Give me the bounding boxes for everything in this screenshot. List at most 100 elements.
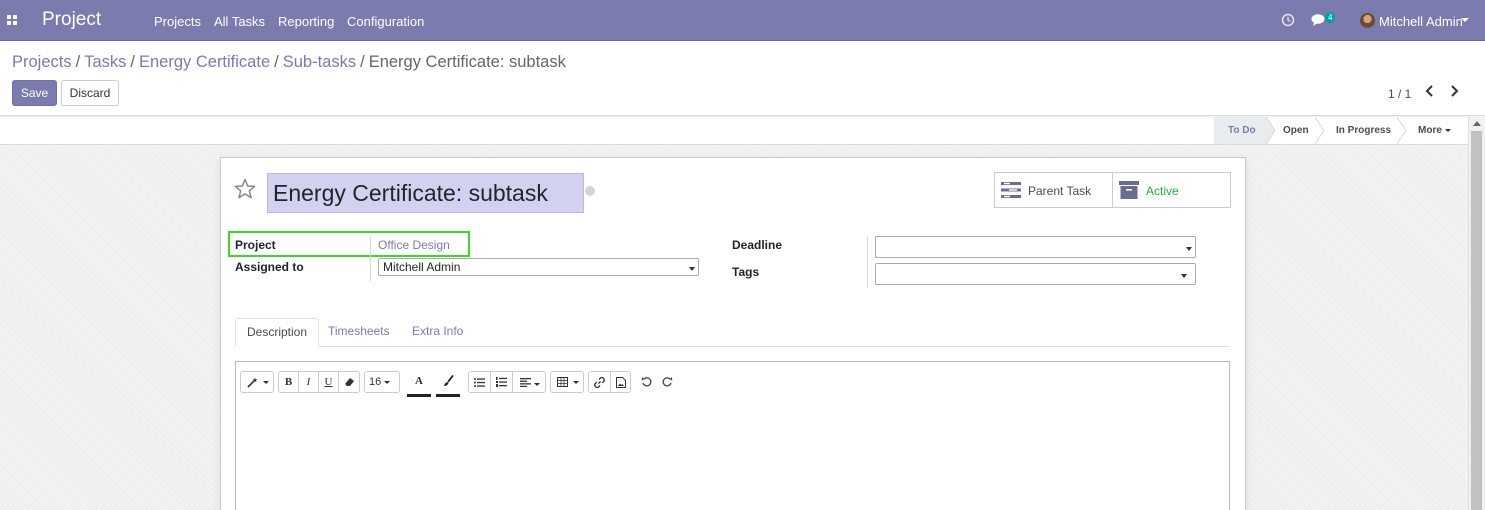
paragraph-align-dropdown[interactable] xyxy=(513,372,546,392)
insert-link-button[interactable] xyxy=(589,372,610,392)
menu-reporting[interactable]: Reporting xyxy=(278,14,334,29)
pager-next-icon[interactable] xyxy=(1448,84,1460,98)
breadcrumb-energy-certificate[interactable]: Energy Certificate xyxy=(139,53,270,71)
menu-all-tasks[interactable]: All Tasks xyxy=(214,14,265,29)
pager-previous-icon[interactable] xyxy=(1424,84,1436,98)
project-label: Project xyxy=(235,238,276,252)
user-menu-caret-icon[interactable] xyxy=(1461,18,1469,22)
deadline-input[interactable] xyxy=(875,236,1196,258)
breadcrumb-current: Energy Certificate: subtask xyxy=(368,53,566,71)
font-size-value: 16 xyxy=(369,372,397,392)
save-button[interactable]: Save xyxy=(12,80,57,106)
tags-input[interactable] xyxy=(875,263,1196,285)
magic-wand-icon xyxy=(247,377,258,388)
menu-projects[interactable]: Projects xyxy=(154,14,201,29)
breadcrumb-sub-tasks[interactable]: Sub-tasks xyxy=(283,53,356,71)
more-caret-icon xyxy=(1444,128,1451,132)
unordered-list-button[interactable] xyxy=(469,372,490,392)
breadcrumb-separator: / xyxy=(75,53,81,71)
app-brand[interactable]: Project xyxy=(42,9,101,31)
tab-description[interactable]: Description xyxy=(235,318,320,347)
breadcrumb-separator: / xyxy=(130,53,135,71)
insert-table-dropdown[interactable] xyxy=(550,371,584,393)
redo-icon xyxy=(662,377,672,387)
apps-menu-icon[interactable] xyxy=(7,15,18,25)
background-color-button[interactable] xyxy=(436,371,460,397)
insert-media-button[interactable] xyxy=(611,372,631,392)
breadcrumb: Projects / Tasks / Energy Certificate / Sub-ta… xyxy=(12,53,566,72)
task-form-sheet: Energy Certificate: subtask Parent Task … xyxy=(220,157,1246,510)
toolbar-style-dropdown[interactable] xyxy=(240,371,274,393)
menu-configuration[interactable]: Configuration xyxy=(347,14,424,29)
paint-brush-icon xyxy=(443,374,454,386)
stage-statusbar: To Do Open In Progress More xyxy=(0,117,1468,145)
numbered-list-icon xyxy=(496,377,507,387)
description-editor[interactable]: B I U 16 A xyxy=(235,361,1230,510)
dropdown-caret-icon xyxy=(689,267,695,271)
field-divider xyxy=(370,236,371,281)
bold-button[interactable]: B xyxy=(279,372,298,392)
toolbar-list-group xyxy=(468,371,546,393)
discard-button[interactable]: Discard xyxy=(61,80,119,106)
underline-button[interactable]: U xyxy=(319,372,338,392)
user-menu[interactable]: Mitchell Admin xyxy=(1379,14,1463,29)
stage-in-progress[interactable]: In Progress xyxy=(1322,117,1391,144)
activity-clock-icon[interactable] xyxy=(1281,13,1295,27)
parent-task-label: Parent Task xyxy=(1028,184,1092,198)
scroll-thumb[interactable] xyxy=(1471,131,1482,510)
vertical-scrollbar[interactable] xyxy=(1468,117,1485,510)
messages-count-badge: 4 xyxy=(1325,12,1336,23)
tab-timesheets[interactable]: Timesheets xyxy=(317,318,401,347)
clear-format-button[interactable] xyxy=(339,372,360,392)
stage-open[interactable]: Open xyxy=(1269,117,1309,144)
stages-more-label: More xyxy=(1418,125,1442,136)
active-label: Active xyxy=(1146,184,1179,198)
kanban-state-icon[interactable] xyxy=(585,186,595,196)
bullet-list-icon xyxy=(474,378,485,387)
assigned-to-select[interactable]: Mitchell Admin xyxy=(378,258,699,276)
style-caret-icon xyxy=(263,381,269,384)
font-color-button[interactable]: A xyxy=(407,371,431,397)
field-divider xyxy=(867,236,868,288)
user-avatar[interactable] xyxy=(1360,13,1375,28)
dropdown-caret-icon xyxy=(1186,247,1192,251)
link-icon xyxy=(594,376,605,389)
redo-button[interactable] xyxy=(660,371,674,391)
tasks-list-icon xyxy=(1001,182,1021,198)
align-caret-icon xyxy=(533,382,540,386)
top-navbar: Project Projects All Tasks Reporting Con… xyxy=(0,0,1485,41)
breadcrumb-separator: / xyxy=(360,53,365,71)
archive-icon xyxy=(1119,181,1139,199)
control-panel: Projects / Tasks / Energy Certificate / Sub-ta… xyxy=(0,41,1485,116)
toolbar-insert-group xyxy=(588,371,631,393)
pager-value[interactable]: 1 / 1 xyxy=(1388,87,1411,101)
font-size-dropdown[interactable]: 16 xyxy=(364,371,400,393)
assigned-to-value: Mitchell Admin xyxy=(383,260,461,274)
table-icon xyxy=(557,377,568,387)
task-title-input[interactable]: Energy Certificate: subtask xyxy=(267,173,584,213)
favorite-star-icon[interactable] xyxy=(233,177,257,201)
project-link[interactable]: Office Design xyxy=(378,238,450,252)
active-toggle-button[interactable]: Active xyxy=(1112,172,1231,208)
dropdown-caret-icon xyxy=(1181,274,1187,278)
font-size-label: 16 xyxy=(369,376,382,388)
eraser-icon xyxy=(345,378,354,386)
tab-extra-info[interactable]: Extra Info xyxy=(401,318,474,347)
ordered-list-button[interactable] xyxy=(491,372,512,392)
tags-label: Tags xyxy=(732,265,760,279)
undo-icon xyxy=(641,377,651,387)
parent-task-button[interactable]: Parent Task xyxy=(994,172,1113,208)
toolbar-format-group: B I U xyxy=(278,371,360,393)
breadcrumb-projects[interactable]: Projects xyxy=(12,53,72,71)
align-left-icon xyxy=(519,378,531,388)
table-caret-icon xyxy=(573,381,579,384)
file-image-icon xyxy=(616,377,626,388)
font-size-caret-icon xyxy=(384,380,391,384)
undo-button[interactable] xyxy=(639,371,653,391)
stage-to-do[interactable]: To Do xyxy=(1214,117,1268,144)
italic-button[interactable]: I xyxy=(299,372,318,392)
breadcrumb-separator: / xyxy=(274,53,279,71)
scroll-up-icon[interactable] xyxy=(1473,121,1481,126)
stages-more-dropdown[interactable]: More xyxy=(1404,117,1451,144)
breadcrumb-tasks[interactable]: Tasks xyxy=(84,53,126,71)
